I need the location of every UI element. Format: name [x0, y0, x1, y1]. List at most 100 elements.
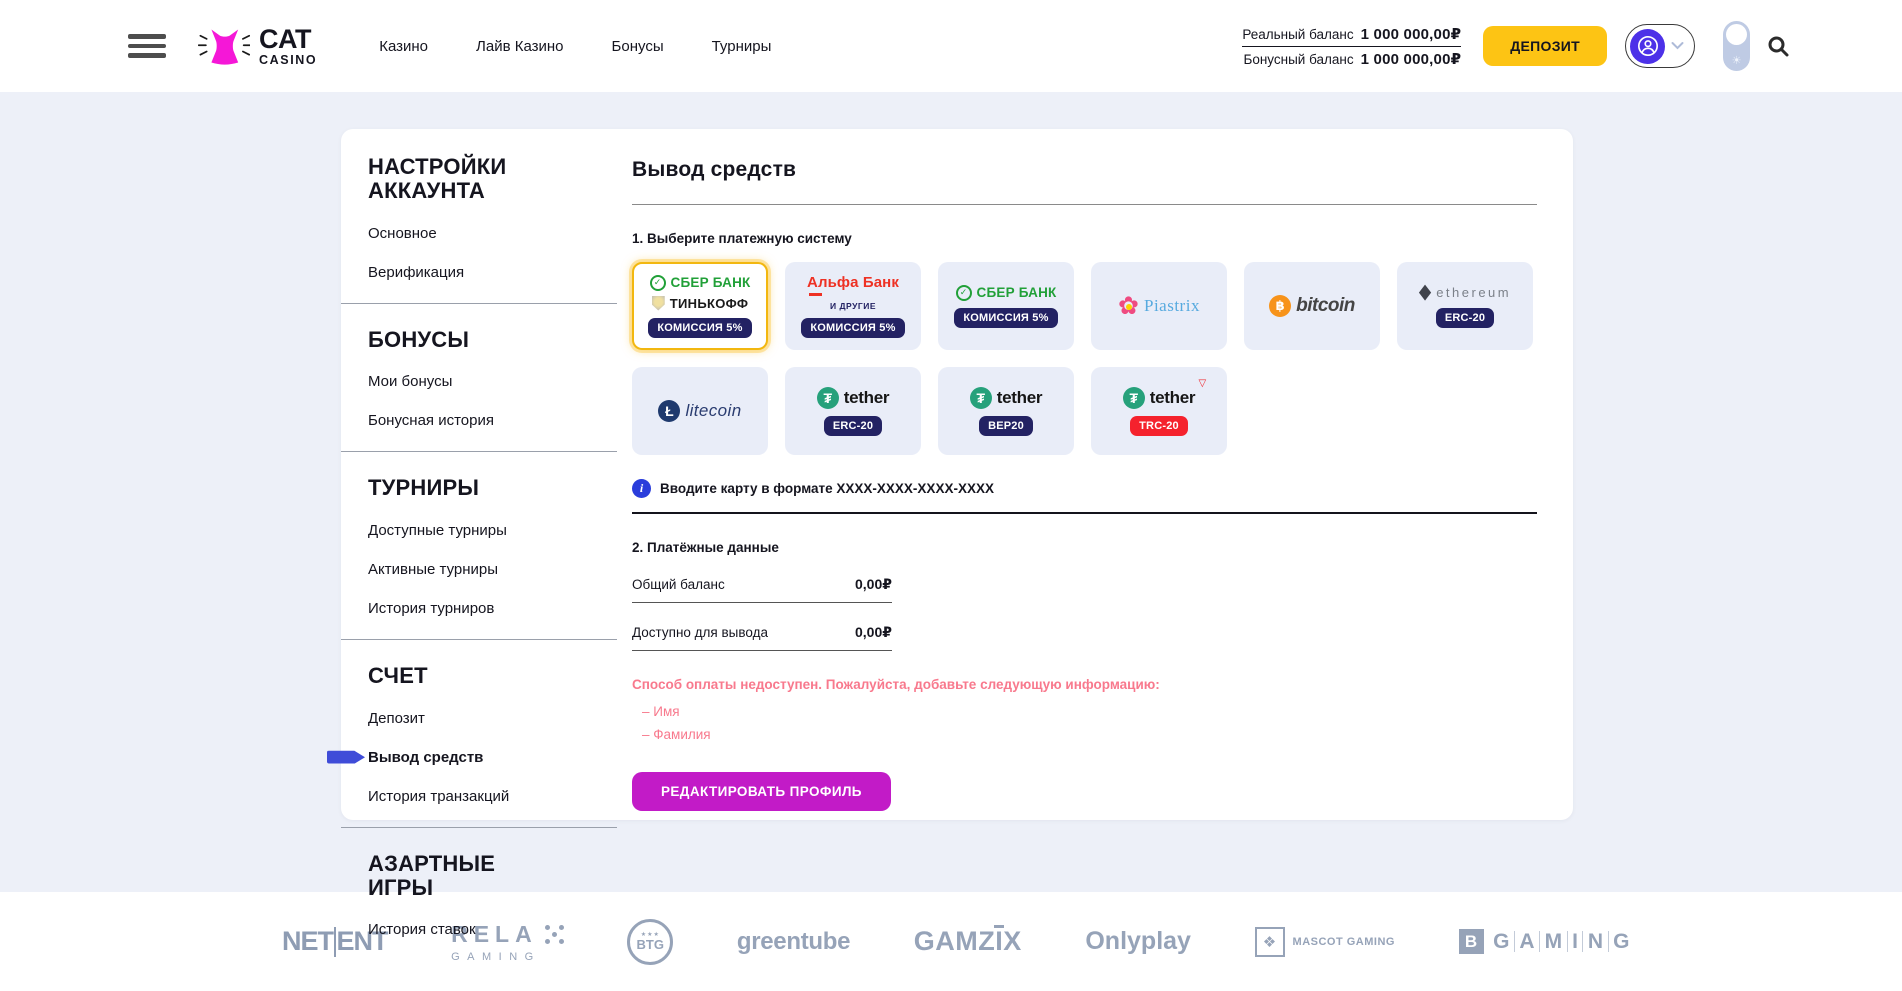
- nav-item-2[interactable]: Бонусы: [612, 38, 664, 55]
- logo-title: CAT: [259, 26, 317, 53]
- balance-row: Бонусный баланс 1 000 000,00₽: [1242, 47, 1461, 71]
- commission-badge: КОМИССИЯ 5%: [648, 318, 751, 338]
- provider-onlyplay[interactable]: Onlyplay: [1085, 927, 1191, 956]
- alfa-underline: [809, 293, 822, 297]
- litecoin-label: litecoin: [685, 401, 741, 421]
- balance-label: Бонусный баланс: [1243, 52, 1353, 67]
- nav-item-0[interactable]: Казино: [379, 38, 428, 55]
- menu-button[interactable]: [128, 34, 166, 58]
- edit-profile-button[interactable]: РЕДАКТИРОВАТЬ ПРОФИЛЬ: [632, 772, 891, 811]
- alfa-logo: Альфа Банк: [807, 274, 899, 297]
- relax-dots-icon: [545, 925, 564, 944]
- sidebar-item[interactable]: Депозит: [368, 710, 425, 727]
- info-row: i Вводите карту в формате XXXX-XXXX-XXXX…: [632, 479, 1537, 498]
- avatar: [1630, 29, 1665, 64]
- relax-sub-label: GAMING: [451, 951, 564, 963]
- payment-method-tether-erc20[interactable]: ₮tether ERC-20: [785, 367, 921, 455]
- balance-summary-value: 0,00₽: [855, 624, 892, 641]
- info-icon: i: [632, 479, 651, 498]
- sidebar-divider: [341, 303, 617, 304]
- piastrix-flower-icon: ✿: [1118, 294, 1139, 319]
- sidebar-item[interactable]: Бонусная история: [368, 412, 494, 429]
- gamzix-i-mark: I: [995, 926, 1003, 956]
- sidebar-divider: [341, 451, 617, 452]
- tether-coin-icon: ₮: [970, 387, 992, 409]
- provider-mascot-gaming[interactable]: ❖MASCOT GAMING: [1255, 927, 1395, 957]
- sidebar-item[interactable]: Мои бонусы: [368, 373, 452, 390]
- payment-method-piastrix[interactable]: ✿Piastrix: [1091, 262, 1227, 350]
- pm-logo-alfa: Альфа Банк: [807, 274, 899, 297]
- divider: [632, 204, 1537, 205]
- payment-method-sberbank-tinkoff[interactable]: ✓СБЕР БАНКТИНЬКОФФКОМИССИЯ 5%: [632, 262, 768, 350]
- bitcoin-coin-icon: ฿: [1269, 295, 1291, 317]
- warning-item: Фамилия: [642, 727, 1537, 742]
- divider-dark: [632, 512, 1537, 514]
- account-sidebar: НАСТРОЙКИ АККАУНТАОсновноеВерификацияБОН…: [341, 129, 632, 820]
- deposit-button[interactable]: ДЕПОЗИТ: [1483, 26, 1607, 66]
- sidebar-item[interactable]: Верификация: [368, 264, 464, 281]
- litecoin-coin-icon: Ł: [658, 400, 680, 422]
- tron-icon: ▽: [1199, 378, 1207, 389]
- pm-logo-sber: ✓СБЕР БАНК: [956, 285, 1057, 301]
- balance-summary-value: 0,00₽: [855, 576, 892, 593]
- ethereum-label: ethereum: [1436, 285, 1511, 300]
- payment-method-alfabank[interactable]: Альфа БанкИ ДРУГИЕКОМИССИЯ 5%: [785, 262, 921, 350]
- payment-method-bitcoin[interactable]: ฿bitcoin: [1244, 262, 1380, 350]
- balance-summary-row: Доступно для вывода0,00₽: [632, 624, 892, 651]
- pm-logo-piastrix: ✿Piastrix: [1118, 294, 1200, 319]
- search-button[interactable]: [1766, 34, 1790, 58]
- commission-badge: ERC-20: [824, 416, 882, 436]
- pm-logo-alfa_sub: И ДРУГИЕ: [830, 301, 876, 311]
- provider-gamzix[interactable]: GAMZIX: [914, 926, 1022, 957]
- sidebar-item[interactable]: История ставок: [368, 921, 476, 938]
- warning-list: ИмяФамилия: [632, 704, 1537, 742]
- nav-item-1[interactable]: Лайв Казино: [476, 38, 564, 55]
- withdrawal-main: Вывод средств 1. Выберите платежную сист…: [632, 129, 1573, 820]
- commission-badge: TRC-20: [1130, 416, 1188, 436]
- pm-logo-sber: ✓СБЕР БАНК: [650, 275, 751, 291]
- account-card: НАСТРОЙКИ АККАУНТАОсновноеВерификацияБОН…: [341, 129, 1573, 820]
- balance-row: Реальный баланс1 000 000,00₽: [1242, 22, 1461, 47]
- pm-logo-tether: ₮tether: [970, 387, 1042, 409]
- mascot-emblem-icon: ❖: [1255, 927, 1285, 957]
- payment-method-sberbank[interactable]: ✓СБЕР БАНККОМИССИЯ 5%: [938, 262, 1074, 350]
- piastrix-label: Piastrix: [1144, 296, 1200, 316]
- payment-method-tether-trc20[interactable]: ₮tether▽ TRC-20: [1091, 367, 1227, 455]
- balance-panel: Реальный баланс1 000 000,00₽Бонусный бал…: [1242, 22, 1461, 71]
- provider-btg[interactable]: ★★★BTG: [627, 919, 673, 965]
- pm-logo-bitcoin: ฿bitcoin: [1269, 295, 1355, 317]
- pm-logo-tether: ₮tether: [817, 387, 889, 409]
- payment-method-tether-bep20[interactable]: ₮tetherBEP20: [938, 367, 1074, 455]
- sidebar-section-title: НАСТРОЙКИ АККАУНТА: [368, 155, 563, 203]
- chevron-down-icon: [1671, 37, 1684, 55]
- tether-coin-icon: ₮: [817, 387, 839, 409]
- nav-item-3[interactable]: Турниры: [712, 38, 772, 55]
- step2-label: 2. Платёжные данные: [632, 540, 1537, 555]
- main-nav: Казино Лайв Казино Бонусы Турниры: [379, 38, 771, 55]
- provider-greentube[interactable]: greentube: [737, 928, 850, 956]
- pm-logo-tether_tron: ₮tether▽: [1123, 387, 1195, 409]
- payment-method-ethereum-erc20[interactable]: ◆ethereumERC-20: [1397, 262, 1533, 350]
- tether-label: tether: [997, 388, 1042, 408]
- tether-coin-icon: ₮: [1123, 387, 1145, 409]
- logo-subtitle: CASINO: [259, 54, 317, 67]
- sidebar-item[interactable]: Основное: [368, 225, 437, 242]
- sidebar-section-title: ТУРНИРЫ: [368, 476, 563, 500]
- sidebar-item[interactable]: Доступные турниры: [368, 522, 507, 539]
- sidebar-item[interactable]: Активные турниры: [368, 561, 498, 578]
- toggle-knob: [1726, 24, 1747, 45]
- provider-bgaming[interactable]: BGAMING: [1459, 929, 1634, 954]
- theme-toggle[interactable]: ☀: [1723, 21, 1750, 71]
- warning-text: Способ оплаты недоступен. Пожалуйста, до…: [632, 677, 1537, 692]
- sidebar-section-title: СЧЕТ: [368, 664, 563, 688]
- logo[interactable]: CAT CASINO: [198, 23, 317, 69]
- profile-menu[interactable]: [1625, 24, 1695, 68]
- balance-value: 1 000 000,00₽: [1361, 50, 1462, 68]
- sber-check-icon: ✓: [956, 285, 972, 301]
- sidebar-item[interactable]: История транзакций: [368, 788, 509, 805]
- payment-method-litecoin[interactable]: Łlitecoin: [632, 367, 768, 455]
- commission-badge: ERC-20: [1436, 308, 1494, 328]
- sidebar-item[interactable]: История турниров: [368, 600, 494, 617]
- bitcoin-label: bitcoin: [1296, 295, 1355, 317]
- sidebar-item-active[interactable]: Вывод средств: [368, 749, 483, 766]
